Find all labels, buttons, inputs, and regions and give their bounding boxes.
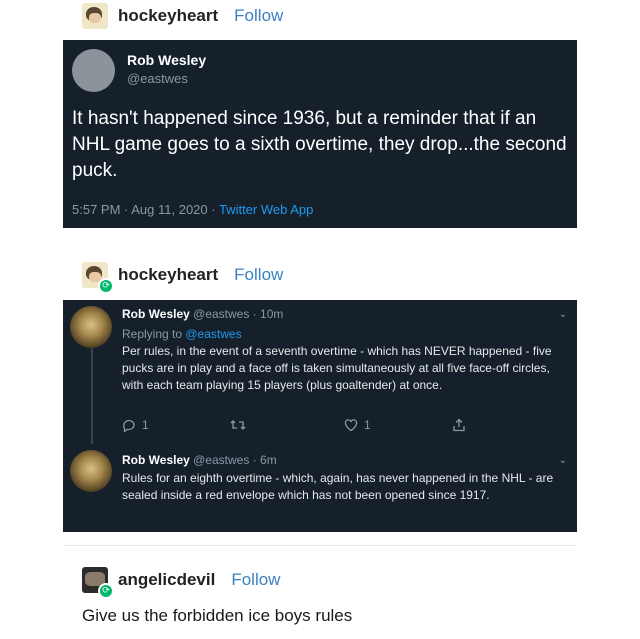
avatar[interactable]: ⟳ (82, 567, 114, 599)
tweet-date: 5:57 PM · Aug 11, 2020 · (72, 202, 219, 217)
post-divider (63, 545, 577, 546)
reply-header: Rob Wesley @eastwes · 6m (122, 453, 277, 467)
reply-author-name: Rob Wesley (122, 453, 190, 467)
reply-author-name: Rob Wesley (122, 307, 190, 321)
chevron-down-icon[interactable]: ⌄ (559, 309, 567, 320)
reblog-icon: ⟳ (98, 583, 114, 599)
avatar (70, 450, 112, 492)
reply-author-meta: @eastwes · 10m (189, 307, 284, 321)
thread-line (91, 348, 93, 444)
reply-text: Rules for an eighth overtime - which, ag… (122, 471, 554, 502)
like-count: 1 (364, 418, 371, 432)
avatar[interactable] (82, 3, 108, 29)
reply-button[interactable]: 1 (122, 418, 149, 432)
share-icon (453, 418, 465, 432)
follow-button[interactable]: Follow (234, 265, 283, 285)
share-button[interactable] (452, 418, 472, 432)
tweet-thread-card: Rob Wesley @eastwes · 10m ⌄ Replying to … (63, 300, 577, 532)
replying-to: Replying to @eastwes (122, 327, 242, 341)
follow-button[interactable]: Follow (231, 570, 280, 590)
chevron-down-icon[interactable]: ⌄ (559, 455, 567, 466)
tweet-author-handle: @eastwes (127, 71, 188, 86)
tweet-text: It hasn't happened since 1936, but a rem… (72, 108, 567, 181)
like-button[interactable]: 1 (344, 418, 371, 432)
post-header: hockeyheart Follow (82, 2, 283, 30)
reply-icon (123, 419, 135, 432)
replying-to-label: Replying to (122, 327, 186, 341)
tweet-timestamp: 5:57 PM · Aug 11, 2020 · Twitter Web App (72, 202, 313, 217)
tweet-app-link: Twitter Web App (218, 202, 314, 217)
like-icon (344, 419, 358, 432)
username[interactable]: hockeyheart (118, 265, 218, 285)
post-header: ⟳ angelicdevil Follow (82, 566, 280, 599)
avatar[interactable]: ⟳ (82, 262, 114, 294)
reply-header: Rob Wesley @eastwes · 10m (122, 307, 283, 321)
replying-to-handle[interactable]: @eastwes (185, 327, 241, 341)
username[interactable]: hockeyheart (118, 6, 218, 26)
follow-button[interactable]: Follow (234, 6, 283, 26)
retweet-button[interactable] (230, 418, 252, 432)
tweet-card: Rob Wesley @eastwes It hasn't happened s… (63, 40, 577, 228)
retweet-icon (230, 420, 246, 430)
tweet-actions: 1 1 (122, 418, 532, 434)
reply-count: 1 (142, 418, 149, 432)
username[interactable]: angelicdevil (118, 570, 215, 590)
post-header: ⟳ hockeyheart Follow (82, 261, 283, 294)
reblog-icon: ⟳ (98, 278, 114, 294)
post-comment: Give us the forbidden ice boys rules (82, 606, 353, 625)
tweet-author-name: Rob Wesley (127, 52, 207, 68)
reply-author-meta: @eastwes · 6m (189, 453, 277, 467)
avatar (70, 306, 112, 348)
avatar (72, 49, 115, 92)
reply-text: Per rules, in the event of a seventh ove… (122, 344, 552, 392)
